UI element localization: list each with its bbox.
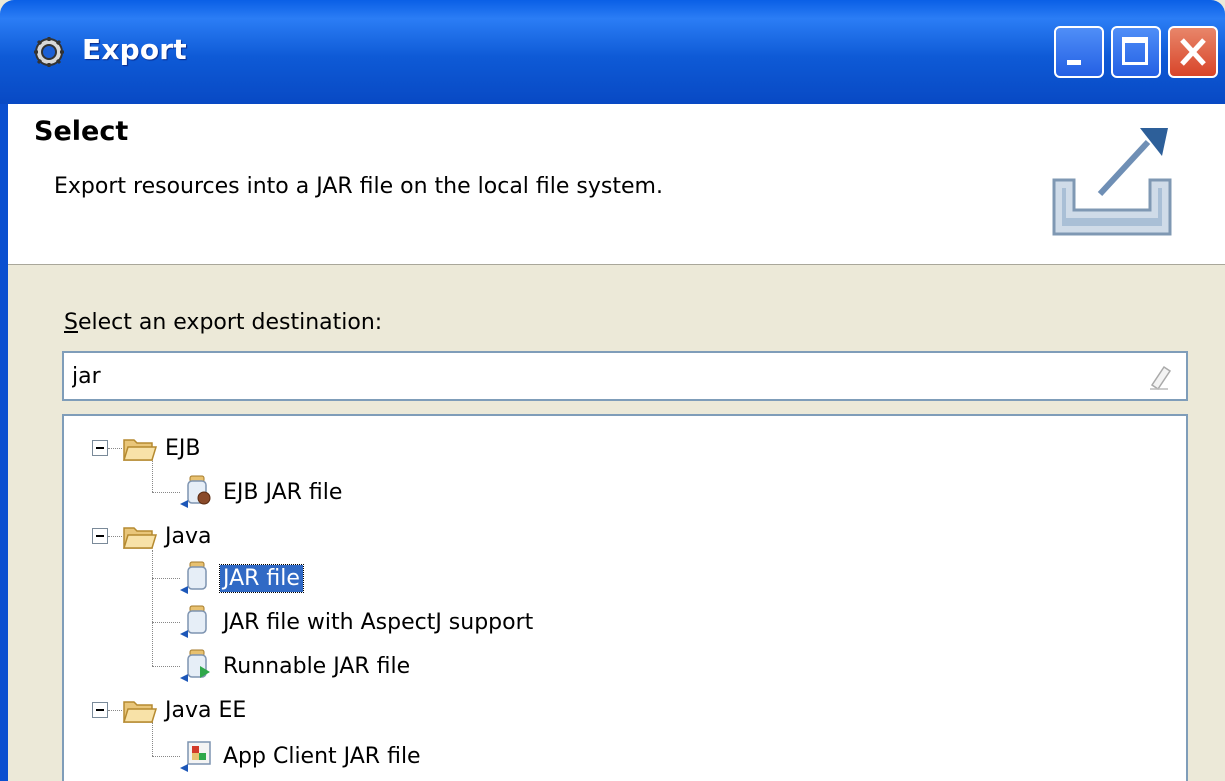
title-bar[interactable]: Export [0,0,1225,104]
destination-label: Select an export destination: [64,310,382,335]
tree-label: Java EE [165,697,247,723]
window-left-border [0,104,8,781]
tree-label: App Client JAR file [223,743,421,769]
collapse-toggle-javaee[interactable] [92,702,108,718]
close-icon [1180,38,1206,66]
export-dialog: Export Select Export resources into a JA… [0,0,1225,781]
eclipse-gear-icon [34,37,64,67]
jar-icon [180,605,207,638]
tree-connector [152,622,180,623]
tree-connector [108,448,122,449]
tree-item-jar-file[interactable]: JAR file [180,559,304,597]
maximize-button[interactable] [1111,26,1161,78]
close-button[interactable] [1168,26,1218,78]
wizard-tree[interactable]: EJB EJB JAR file Java JAR file JAR file … [62,414,1188,781]
wizard-header: Select Export resources into a JAR file … [8,104,1225,265]
tree-connector [152,756,180,757]
clear-filter-icon[interactable] [1146,363,1174,391]
tree-connector [152,550,153,666]
tree-label: Java [165,523,212,549]
minimize-button[interactable] [1054,26,1104,78]
export-wizard-icon [1052,128,1172,236]
collapse-toggle-ejb[interactable] [92,440,108,456]
ejb-jar-icon [180,475,211,508]
tree-connector [152,492,180,493]
window-title: Export [82,33,187,66]
folder-open-icon [122,527,158,549]
tree-connector [108,710,122,711]
page-title: Select [34,116,129,147]
tree-item-jar-aspectj[interactable]: JAR file with AspectJ support [180,603,536,641]
filter-input[interactable] [72,359,1132,393]
maximize-icon [1122,37,1148,65]
tree-item-ejb-jar-file[interactable]: EJB JAR file [180,473,345,511]
runnable-jar-icon [180,649,210,682]
tree-label: EJB JAR file [223,479,343,505]
tree-label: EJB [165,435,201,461]
minimize-icon [1067,60,1081,65]
tree-item-app-client-jar[interactable]: App Client JAR file [180,737,424,775]
collapse-toggle-java[interactable] [92,528,108,544]
app-client-jar-icon [180,741,211,772]
tree-connector [108,536,122,537]
folder-open-icon [122,701,158,723]
destination-label-text: elect an export destination: [77,310,383,335]
tree-label: Runnable JAR file [223,653,411,679]
filter-field[interactable] [62,351,1188,401]
tree-category-ejb[interactable]: EJB [122,429,203,467]
jar-icon [180,561,207,594]
tree-item-runnable-jar[interactable]: Runnable JAR file [180,647,413,685]
destination-label-mnemonic: S [64,310,78,335]
tree-connector [152,578,180,579]
tree-label: JAR file with AspectJ support [223,609,534,635]
tree-category-java[interactable]: Java [122,517,214,555]
tree-connector [152,666,180,667]
folder-open-icon [122,439,158,461]
tree-category-javaee[interactable]: Java EE [122,691,249,729]
tree-label: JAR file [219,563,304,593]
page-description: Export resources into a JAR file on the … [54,174,663,199]
